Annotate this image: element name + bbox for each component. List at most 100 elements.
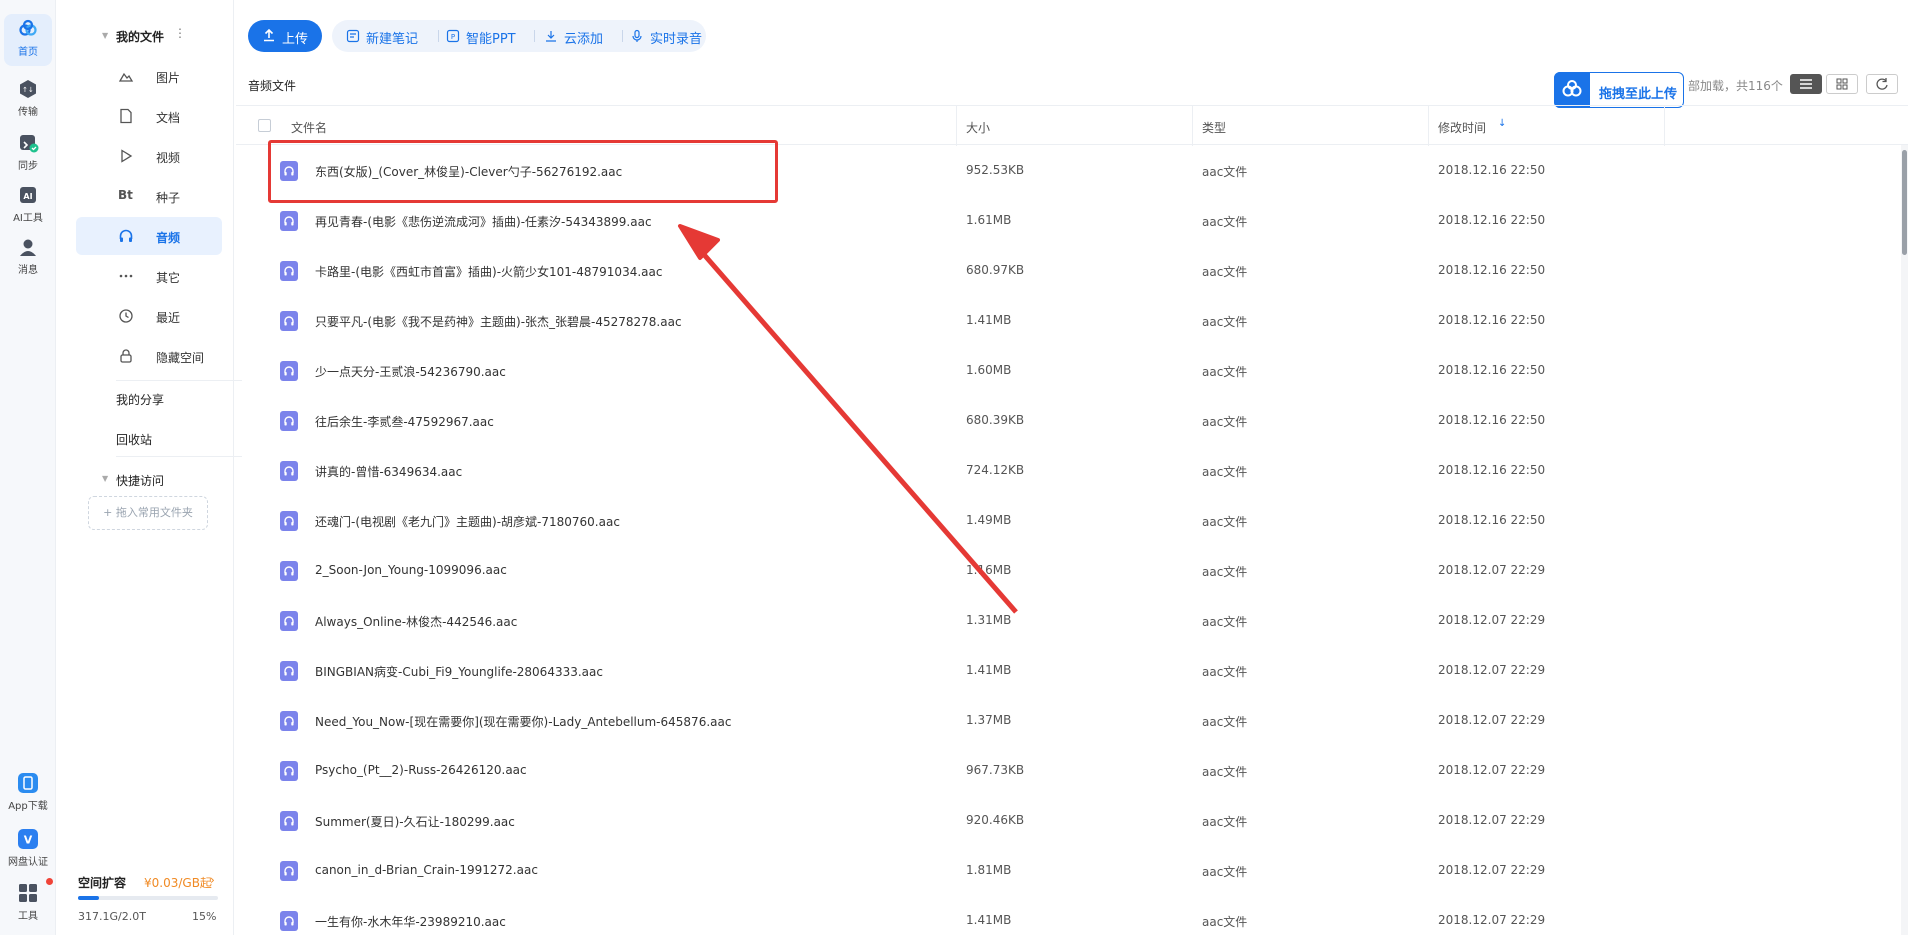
column-divider[interactable]: [956, 106, 957, 146]
file-name[interactable]: Need_You_Now-[现在需要你](现在需要你)-Lady_Antebel…: [315, 713, 731, 730]
chevron-right-icon[interactable]: ›: [210, 873, 215, 887]
file-type: aac文件: [1202, 915, 1248, 929]
upload-button[interactable]: 上传: [248, 20, 322, 52]
list-view-button[interactable]: [1790, 74, 1822, 94]
table-row[interactable]: BINGBIAN病变-Cubi_Fi9_Younglife-28064333.a…: [236, 646, 1908, 696]
file-type: aac文件: [1202, 265, 1248, 279]
column-divider[interactable]: [1428, 106, 1429, 146]
table-row[interactable]: 再见青春-(电影《悲伤逆流成河》插曲)-任素汐-54343899.aac 1.61…: [236, 196, 1908, 246]
nav-item-recent[interactable]: 最近: [76, 297, 222, 335]
nav-my-share[interactable]: 我的分享: [116, 391, 164, 408]
nav-item-audio[interactable]: 音频: [76, 217, 222, 255]
rail-ai-tool[interactable]: AI AI工具: [0, 184, 56, 224]
table-row[interactable]: 少一点天分-王贰浪-54236790.aac 1.60MB aac文件 2018.12…: [236, 346, 1908, 396]
file-type: aac文件: [1202, 865, 1248, 879]
grid-view-button[interactable]: [1826, 74, 1858, 94]
rail-transfer[interactable]: ↑↓ 传输: [0, 78, 56, 118]
rail-message[interactable]: 消息: [0, 236, 56, 276]
file-name[interactable]: canon_in_d-Brian_Crain-1991272.aac: [315, 863, 538, 877]
table-row[interactable]: 卡路里-(电影《西虹市首富》插曲)-火箭少女101-48791034.aac 68…: [236, 246, 1908, 296]
file-name[interactable]: 再见青春-(电影《悲伤逆流成河》插曲)-任素汐-54343899.aac: [315, 213, 652, 230]
nav-item-torrents[interactable]: Bt 种子: [76, 177, 222, 215]
file-name[interactable]: 讲真的-曾惜-6349634.aac: [315, 463, 462, 480]
file-modified: 2018.12.07 22:29: [1438, 563, 1546, 577]
nav-quick-access[interactable]: 快捷访问: [116, 472, 164, 489]
drag-upload-button[interactable]: 拖拽至此上传: [1554, 72, 1684, 108]
rail-label: 网盘认证: [8, 857, 48, 868]
smart-ppt-button[interactable]: P 智能PPT: [446, 28, 526, 47]
file-type: aac文件: [1202, 765, 1248, 779]
file-name[interactable]: BINGBIAN病变-Cubi_Fi9_Younglife-28064333.a…: [315, 663, 603, 680]
rail-app-download[interactable]: App下载: [0, 772, 56, 812]
column-divider[interactable]: [1664, 106, 1665, 146]
live-record-button[interactable]: 实时录音: [630, 28, 706, 47]
rail-label: 工具: [18, 911, 38, 922]
file-name[interactable]: 2_Soon-Jon_Young-1099096.aac: [315, 563, 507, 577]
scrollbar-track[interactable]: [1901, 145, 1908, 935]
cloud-add-button[interactable]: 云添加: [544, 28, 614, 47]
grid-icon: [1836, 78, 1848, 90]
file-name[interactable]: 只要平凡-(电影《我不是药神》主题曲)-张杰_张碧晨-45278278.aac: [315, 313, 682, 330]
table-row[interactable]: 一生有你-水木年华-23989210.aac 1.41MB aac文件 2018.12…: [236, 896, 1908, 935]
table-row[interactable]: Always_Online-林俊杰-442546.aac 1.31MB aac文件 2…: [236, 596, 1908, 646]
rail-label: AI工具: [13, 213, 43, 224]
header-file-name[interactable]: 文件名: [291, 119, 327, 136]
storage-price[interactable]: ¥0.03/GB起: [144, 874, 212, 891]
file-name[interactable]: 少一点天分-王贰浪-54236790.aac: [315, 363, 506, 380]
audio-file-icon: [280, 861, 298, 881]
file-name[interactable]: 往后余生-李贰叁-47592967.aac: [315, 413, 494, 430]
more-vertical-icon[interactable]: ⋮: [174, 26, 186, 40]
file-type: aac文件: [1202, 465, 1248, 479]
file-modified: 2018.12.16 22:50: [1438, 413, 1546, 427]
file-nav-sidebar: ▼ 我的文件 ⋮ 图片 文档 视频 Bt 种子 音频 其它 最近 隐藏空间 我的…: [64, 0, 242, 935]
nav-item-label: 其它: [156, 271, 181, 285]
storage-expand-title[interactable]: 空间扩容: [78, 874, 126, 891]
table-row[interactable]: 往后余生-李贰叁-47592967.aac 680.39KB aac文件 2018.1…: [236, 396, 1908, 446]
new-note-button[interactable]: 新建笔记: [346, 28, 430, 47]
rail-label: 传输: [18, 107, 38, 118]
table-row[interactable]: 还魂门-(电视剧《老九门》主题曲)-胡彦斌-7180760.aac 1.49MB a…: [236, 496, 1908, 546]
file-name[interactable]: 还魂门-(电视剧《老九门》主题曲)-胡彦斌-7180760.aac: [315, 513, 620, 530]
nav-item-documents[interactable]: 文档: [76, 97, 222, 135]
storage-percent: 15%: [192, 910, 217, 923]
nav-recycle-bin[interactable]: 回收站: [116, 431, 152, 448]
nav-item-images[interactable]: 图片: [76, 57, 222, 95]
file-name[interactable]: 一生有你-水木年华-23989210.aac: [315, 913, 506, 930]
header-type[interactable]: 类型: [1202, 119, 1226, 136]
audio-file-icon: [280, 261, 298, 281]
sort-desc-icon[interactable]: ↓: [1498, 118, 1506, 129]
collapse-caret-icon[interactable]: ▼: [102, 31, 108, 40]
table-row[interactable]: Summer(夏日)-久石让-180299.aac 920.46KB aac文件 20…: [236, 796, 1908, 846]
image-icon: [118, 72, 134, 82]
file-name[interactable]: Summer(夏日)-久石让-180299.aac: [315, 813, 515, 830]
audio-file-icon: [280, 511, 298, 531]
collapse-caret-icon[interactable]: ▼: [102, 474, 108, 483]
rail-home[interactable]: 首页: [0, 14, 56, 66]
rail-tools[interactable]: 工具: [0, 878, 56, 922]
table-row[interactable]: 只要平凡-(电影《我不是药神》主题曲)-张杰_张碧晨-45278278.aac 1…: [236, 296, 1908, 346]
file-name[interactable]: Psycho_(Pt__2)-Russ-26426120.aac: [315, 763, 527, 777]
nav-my-files[interactable]: 我的文件: [116, 28, 164, 45]
rail-sync[interactable]: 同步: [0, 132, 56, 172]
table-row[interactable]: Psycho_(Pt__2)-Russ-26426120.aac 967.73KB…: [236, 746, 1908, 796]
nav-item-videos[interactable]: 视频: [76, 137, 222, 175]
quick-access-drop-zone[interactable]: + 拖入常用文件夹: [88, 496, 208, 530]
tools-icon: [19, 884, 37, 902]
select-all-checkbox[interactable]: [258, 119, 271, 132]
refresh-button[interactable]: [1866, 74, 1898, 94]
file-name[interactable]: Always_Online-林俊杰-442546.aac: [315, 613, 517, 630]
header-modified[interactable]: 修改时间: [1438, 119, 1486, 136]
table-row[interactable]: canon_in_d-Brian_Crain-1991272.aac 1.81MB…: [236, 846, 1908, 896]
table-row[interactable]: Need_You_Now-[现在需要你](现在需要你)-Lady_Antebel…: [236, 696, 1908, 746]
file-name[interactable]: 卡路里-(电影《西虹市首富》插曲)-火箭少女101-48791034.aac: [315, 263, 662, 280]
nav-item-hidden-space[interactable]: 隐藏空间: [76, 337, 222, 375]
file-size: 1.41MB: [966, 313, 1012, 327]
scrollbar-thumb[interactable]: [1902, 150, 1907, 255]
table-row[interactable]: 讲真的-曾惜-6349634.aac 724.12KB aac文件 2018.12.1…: [236, 446, 1908, 496]
column-divider[interactable]: [1192, 106, 1193, 146]
nav-item-other[interactable]: 其它: [76, 257, 222, 295]
file-size: 1.41MB: [966, 663, 1012, 677]
table-row[interactable]: 2_Soon-Jon_Young-1099096.aac 1.16MB aac文件 2…: [236, 546, 1908, 596]
rail-verify[interactable]: V 网盘认证: [0, 828, 56, 868]
header-size[interactable]: 大小: [966, 119, 990, 136]
